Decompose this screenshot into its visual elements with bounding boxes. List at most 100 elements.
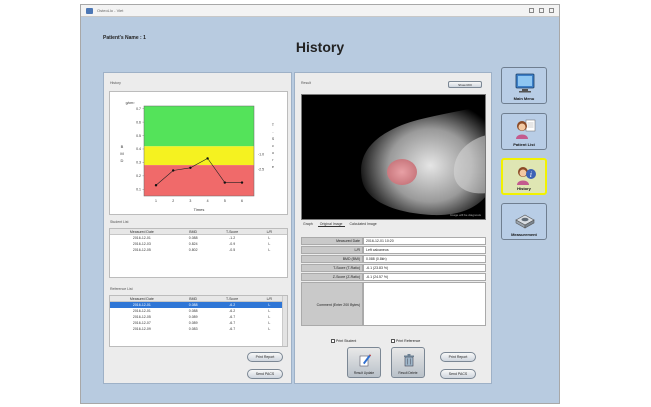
y-axis-label-char: B (121, 144, 124, 149)
send-pacs-button-left[interactable]: Send PACS (247, 369, 283, 379)
history-button[interactable]: i History (501, 158, 547, 195)
right-axis-label-char: o (272, 151, 274, 155)
info-key: BMD (BMI) (301, 255, 363, 263)
y-tick-label: 0.6 (136, 120, 141, 124)
col-header[interactable]: L/R (252, 229, 287, 234)
window-controls (529, 8, 554, 13)
info-key: T-Score (T-Ratio) (301, 264, 363, 272)
right-axis-label-char: e (272, 165, 274, 169)
info-row-t-score: T-Score (T-Ratio) -6.1 (23.83 %) (301, 264, 486, 272)
tab-calculated-image[interactable]: Calculated Image (348, 222, 379, 227)
reference-list-label: Reference List (110, 287, 133, 291)
col-header[interactable]: BMD (174, 229, 213, 234)
x-tick-label: 6 (241, 199, 243, 203)
info-value: -6.1 (24.57 %) (363, 273, 486, 281)
print-student-checkbox[interactable]: Print Student (331, 339, 356, 343)
pencil-edit-icon (359, 354, 371, 367)
history-label: History (517, 186, 531, 191)
y-tick-label: 0.7 (136, 107, 141, 111)
print-report-button[interactable]: Print Report (440, 352, 476, 362)
print-report-button-left-1[interactable]: Print Report (247, 352, 283, 362)
col-header[interactable]: BMD (174, 296, 213, 301)
send-pacs-button[interactable]: Send PACS (440, 369, 476, 379)
right-axis-label-char: c (272, 144, 274, 148)
right-tick-label: -2.5 (258, 167, 264, 171)
col-header[interactable]: T-Score (213, 296, 252, 301)
data-point (154, 184, 158, 187)
bmd-history-chart: 0.1 0.2 0.3 0.4 0.5 0.6 0.7 g/cm² B M D -1.0 -2.5 T - S… (109, 91, 288, 215)
show-roi-button[interactable]: Show ROI (448, 81, 482, 88)
comment-row: Comment (Enter 200 Bytes) (301, 282, 486, 326)
info-value: -6.1 (23.83 %) (363, 264, 486, 272)
col-header[interactable]: T-Score (213, 229, 252, 234)
reference-list-table[interactable]: Measured Date BMD T-Score L/R 2016-12-01… (109, 295, 288, 347)
zone-osteoporosis (144, 165, 254, 196)
cell: 2016-12-05 (132, 248, 151, 252)
comment-label: Comment (Enter 200 Bytes) (301, 282, 363, 326)
measurement-device-icon (515, 214, 535, 229)
comment-field[interactable] (363, 282, 486, 326)
data-point (172, 169, 175, 172)
result-delete-button[interactable]: Result Delete (391, 347, 425, 378)
result-delete-label: Result Delete (398, 371, 418, 375)
maximize-icon[interactable] (539, 8, 544, 13)
cell: L (268, 248, 271, 252)
y-tick-label: 0.1 (136, 187, 141, 191)
checkbox-label: Print Reference (396, 339, 421, 343)
patient-list-button[interactable]: Patient List (501, 113, 547, 150)
y-unit-label: g/cm² (126, 101, 136, 105)
measurement-button[interactable]: Measurement (501, 203, 547, 240)
cell: 2016-12-09 (132, 327, 151, 331)
page-title: History (295, 39, 345, 55)
x-axis-label: Times (194, 207, 205, 212)
calcaneus-image: Image will be diagnosis (301, 94, 486, 220)
result-update-label: Result Update (353, 371, 375, 375)
info-key: L/R (301, 246, 363, 254)
result-update-button[interactable]: Result Update (347, 347, 381, 378)
col-header[interactable]: Measured Date (110, 296, 174, 301)
col-header[interactable]: Measured Date (110, 229, 174, 234)
cell: -6.7 (229, 327, 236, 331)
close-icon[interactable] (549, 8, 554, 13)
x-tick-label: 1 (155, 199, 157, 203)
print-reference-checkbox[interactable]: Print Reference (391, 339, 420, 343)
info-row-side: L/R Left calcaneus (301, 246, 486, 254)
zone-osteopenia (144, 146, 254, 166)
image-tabs: Graph Original Image Calculated Image (301, 222, 379, 227)
right-axis-label-char: - (272, 130, 274, 134)
trash-delete-icon (404, 354, 414, 367)
history-section-label: History (110, 81, 121, 85)
svg-text:i: i (530, 171, 532, 179)
data-point (240, 181, 244, 184)
checkbox-box[interactable] (331, 339, 335, 343)
result-info-grid: Measured Date 2016-12-01 10:20 L/R Left … (301, 237, 486, 326)
main-menu-label: Main Menu (513, 96, 535, 101)
y-axis-label-char: M (120, 151, 123, 156)
checkbox-label: Print Student (336, 339, 357, 343)
reference-list-scrollbar[interactable] (282, 296, 287, 346)
tab-graph[interactable]: Graph (301, 222, 315, 227)
result-panel: Result Show ROI Image will be diagnosis … (294, 72, 492, 384)
title-bar: OsteoLlo - Viet (81, 5, 559, 17)
patient-info-icon: i (517, 167, 536, 185)
checkbox-box[interactable] (391, 339, 395, 343)
main-menu-button[interactable]: Main Menu (501, 67, 547, 104)
roi-circle (387, 159, 417, 185)
y-tick-label: 0.3 (136, 161, 141, 165)
right-tick-label: -1.0 (258, 153, 264, 157)
table-row[interactable]: 2016-12-09 0.083 -6.7 L (110, 326, 287, 332)
x-tick-label: 3 (189, 199, 191, 203)
x-tick-label: 4 (207, 199, 209, 203)
measurement-label: Measurement (511, 232, 537, 237)
minimize-icon[interactable] (529, 8, 534, 13)
info-value: 2016-12-01 10:20 (363, 237, 486, 245)
cell: -0.5 (229, 248, 236, 252)
right-axis-label-char: T (272, 123, 275, 127)
table-row[interactable]: 2016-12-05 0.802 -0.5 L (110, 247, 287, 253)
student-list-label: Student List (110, 220, 129, 224)
student-list-table[interactable]: Measured Date BMD T-Score L/R 2016-12-01… (109, 228, 288, 278)
info-row-measured-date: Measured Date 2016-12-01 10:20 (301, 237, 486, 245)
tab-original-image[interactable]: Original Image (317, 222, 345, 227)
info-row-bmd: BMD (BMI) 0.088 (0.8kh) (301, 255, 486, 263)
right-axis-label-char: r (272, 158, 274, 162)
